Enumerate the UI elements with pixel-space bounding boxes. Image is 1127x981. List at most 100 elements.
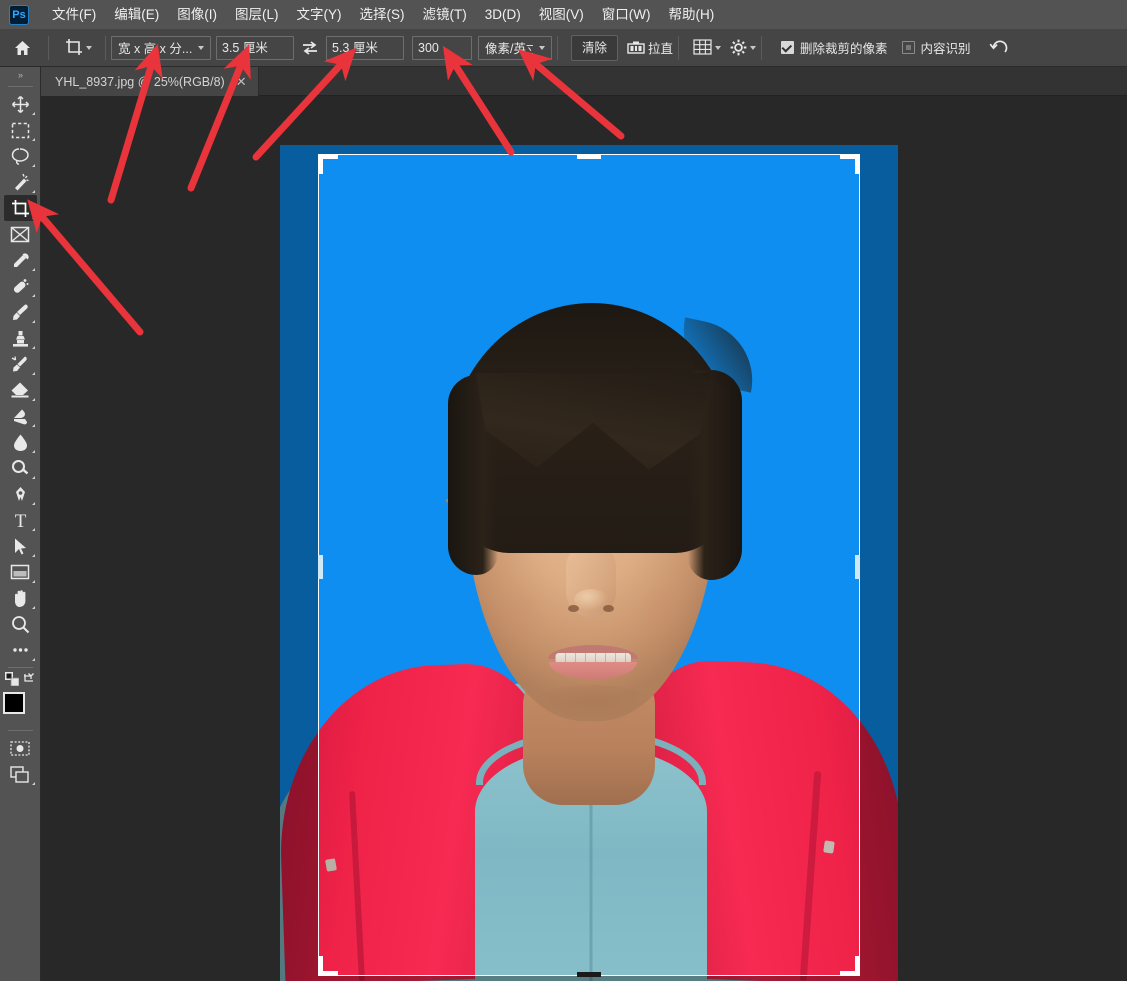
tool-rectangle-shape[interactable] — [4, 559, 37, 585]
document-tab-bar: YHL_8937.jpg @ 25%(RGB/8) ✕ — [41, 67, 1127, 96]
flyout-triangle-icon[interactable] — [32, 606, 35, 609]
menu-filter[interactable]: 滤镜(T) — [414, 4, 476, 26]
tool-clone-stamp[interactable] — [4, 325, 37, 351]
resolution-unit-dropdown[interactable]: 像素/英寸 — [478, 36, 552, 60]
crop-handle-top-right-v[interactable] — [855, 154, 860, 174]
menu-type[interactable]: 文字(Y) — [288, 4, 351, 26]
chevron-down-icon[interactable] — [198, 46, 204, 50]
document-image[interactable] — [280, 145, 898, 981]
crop-handle-right-middle[interactable] — [855, 555, 860, 579]
home-icon[interactable] — [7, 33, 37, 63]
menu-file[interactable]: 文件(F) — [43, 4, 105, 26]
swap-colors-icon[interactable] — [22, 672, 35, 690]
canvas-area[interactable] — [41, 96, 1127, 981]
chevron-down-icon[interactable] — [86, 46, 92, 50]
menu-window[interactable]: 窗口(W) — [593, 4, 660, 26]
width-input[interactable]: 3.5 厘米 — [216, 36, 294, 60]
flyout-triangle-icon[interactable] — [32, 398, 35, 401]
flyout-triangle-icon[interactable] — [32, 320, 35, 323]
reset-button[interactable] — [987, 36, 1011, 60]
crop-handle-top-center[interactable] — [577, 154, 601, 159]
flyout-triangle-icon[interactable] — [32, 112, 35, 115]
flyout-triangle-icon[interactable] — [32, 476, 35, 479]
collapse-grip-icon[interactable]: » — [0, 67, 41, 82]
ratio-preset-dropdown[interactable]: 宽 x 高 x 分... — [111, 36, 211, 60]
flyout-triangle-icon[interactable] — [32, 268, 35, 271]
tool-pen[interactable] — [4, 481, 37, 507]
quick-mask-button[interactable] — [4, 735, 37, 761]
tool-eraser[interactable] — [4, 377, 37, 403]
chevron-down-icon[interactable] — [539, 46, 545, 50]
tool-rectangular-select[interactable] — [4, 117, 37, 143]
straighten-button[interactable]: 拉直 — [627, 34, 673, 62]
flyout-triangle-icon[interactable] — [32, 450, 35, 453]
flyout-triangle-icon[interactable] — [32, 502, 35, 505]
content-aware-label: 内容识别 — [921, 38, 971, 57]
flyout-triangle-icon[interactable] — [32, 424, 35, 427]
menu-layer[interactable]: 图层(L) — [226, 4, 288, 26]
tool-hand[interactable] — [4, 585, 37, 611]
flyout-triangle-icon[interactable] — [32, 346, 35, 349]
flyout-triangle-icon[interactable] — [32, 216, 35, 219]
content-aware-checkbox[interactable]: 内容识别 — [902, 38, 971, 57]
tool-brush[interactable] — [4, 299, 37, 325]
menu-help[interactable]: 帮助(H) — [659, 4, 723, 26]
tool-magic-wand[interactable] — [4, 169, 37, 195]
crop-overlay-grid-button[interactable] — [693, 34, 721, 62]
tool-more[interactable] — [4, 637, 37, 663]
default-colors-icon[interactable] — [5, 672, 19, 691]
crop-settings-button[interactable] — [730, 34, 756, 62]
tool-lasso[interactable] — [4, 143, 37, 169]
crop-handle-bottom-left-v[interactable] — [318, 956, 323, 976]
tool-dodge[interactable] — [4, 455, 37, 481]
tool-crop[interactable] — [4, 195, 37, 221]
tool-type[interactable]: T — [4, 507, 37, 533]
tool-move[interactable] — [4, 91, 37, 117]
tool-eyedropper[interactable] — [4, 247, 37, 273]
chevron-down-icon[interactable] — [750, 46, 756, 50]
resolution-input[interactable]: 300 — [412, 36, 472, 60]
height-input[interactable]: 5.3 厘米 — [326, 36, 404, 60]
tool-spot-healing[interactable] — [4, 273, 37, 299]
screen-mode-button[interactable] — [4, 761, 37, 787]
color-swatches[interactable] — [3, 692, 37, 726]
swap-arrows-icon[interactable] — [297, 35, 323, 61]
flyout-triangle-icon[interactable] — [32, 528, 35, 531]
flyout-triangle-icon[interactable] — [32, 554, 35, 557]
tool-history-brush[interactable] — [4, 351, 37, 377]
clear-button[interactable]: 清除 — [571, 35, 618, 61]
menu-select[interactable]: 选择(S) — [351, 4, 414, 26]
delete-cropped-pixels-checkbox[interactable]: 删除裁剪的像素 — [781, 38, 888, 57]
crop-handle-bottom-center[interactable] — [577, 972, 601, 977]
close-icon[interactable]: ✕ — [236, 75, 247, 88]
checkbox-unchecked-icon[interactable] — [902, 41, 915, 54]
menu-3d[interactable]: 3D(D) — [476, 4, 530, 26]
menu-view[interactable]: 视图(V) — [530, 4, 593, 26]
checkbox-checked-icon[interactable] — [781, 41, 794, 54]
flyout-triangle-icon[interactable] — [32, 294, 35, 297]
flyout-triangle-icon[interactable] — [32, 138, 35, 141]
tool-frame[interactable] — [4, 221, 37, 247]
tool-blur[interactable] — [4, 429, 37, 455]
flyout-triangle-icon[interactable] — [32, 190, 35, 193]
document-tab[interactable]: YHL_8937.jpg @ 25%(RGB/8) ✕ — [41, 67, 259, 96]
chevron-down-icon[interactable] — [715, 46, 721, 50]
flyout-triangle-icon[interactable] — [32, 164, 35, 167]
menu-image[interactable]: 图像(I) — [168, 4, 226, 26]
flyout-triangle-icon[interactable] — [32, 372, 35, 375]
crop-handle-top-left-v[interactable] — [318, 154, 323, 174]
flyout-triangle-icon[interactable] — [32, 580, 35, 583]
cheek-left — [488, 577, 550, 647]
menu-edit[interactable]: 编辑(E) — [105, 4, 168, 26]
tool-zoom[interactable] — [4, 611, 37, 637]
tool-gradient[interactable] — [4, 403, 37, 429]
reset-undo-icon — [989, 39, 1009, 56]
crop-handle-left-middle[interactable] — [318, 555, 323, 579]
foreground-color-swatch[interactable] — [3, 692, 25, 714]
mouth — [548, 645, 638, 677]
flyout-triangle-icon[interactable] — [32, 782, 35, 785]
crop-handle-bottom-right-v[interactable] — [855, 956, 860, 976]
crop-tool-preset[interactable] — [56, 34, 100, 62]
flyout-triangle-icon[interactable] — [32, 658, 35, 661]
tool-path-selection[interactable] — [4, 533, 37, 559]
